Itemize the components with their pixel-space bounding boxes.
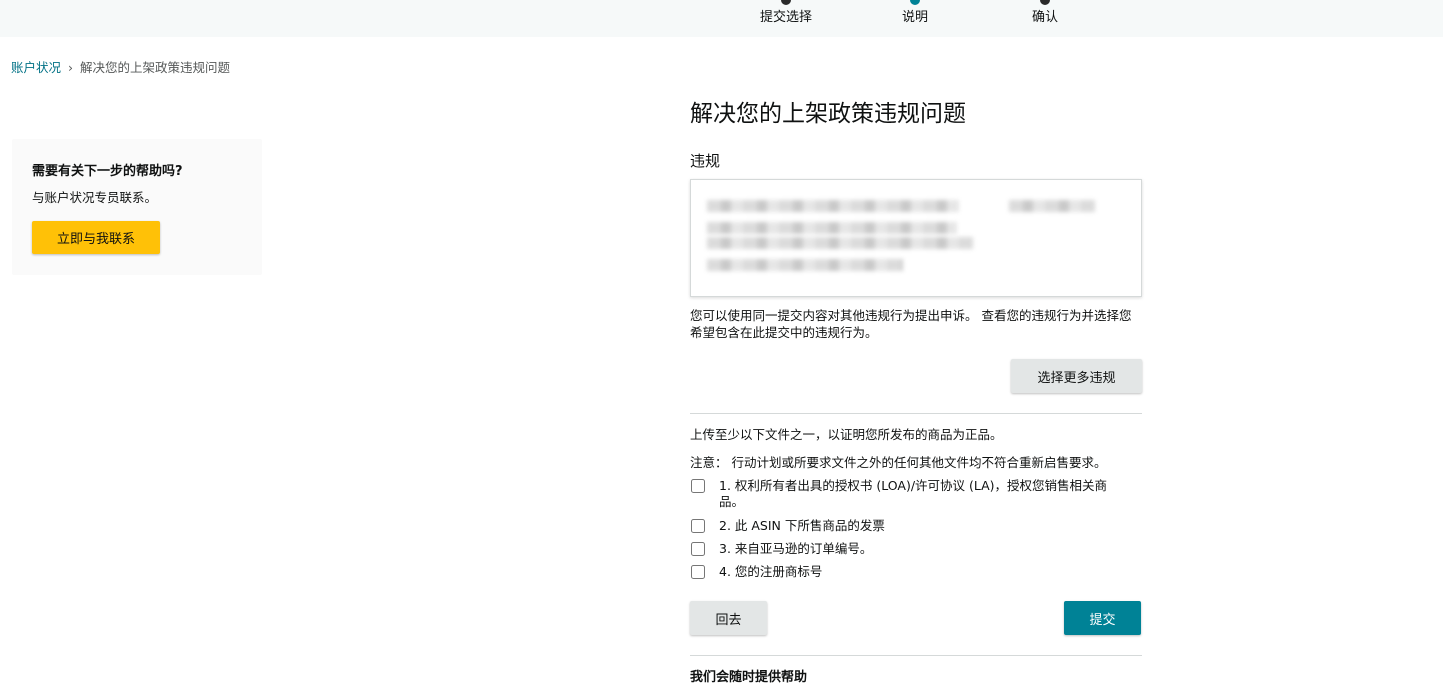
divider [690,655,1142,656]
violation-section-label: 违规 [690,152,721,170]
help-card: 需要有关下一步的帮助吗? 与账户状况专员联系。 立即与我联系 [12,139,262,275]
help-section-heading: 我们会随时提供帮助 [690,670,808,685]
help-card-title: 需要有关下一步的帮助吗? [32,164,183,179]
step-submit-selection: 提交选择 [726,0,846,25]
redacted-text [707,259,903,271]
document-option-label: 2. 此 ASIN 下所售商品的发票 [719,518,885,533]
document-checkbox[interactable] [691,542,705,556]
violation-details-box [690,179,1142,297]
document-option-label: 3. 来自亚马逊的订单编号。 [719,541,873,556]
submit-button[interactable]: 提交 [1064,601,1141,635]
redacted-text [707,237,973,249]
back-button[interactable]: 回去 [690,601,767,635]
breadcrumb-current: 解决您的上架政策违规问题 [80,60,231,75]
document-option-label: 4. 您的注册商标号 [719,564,823,579]
document-checkbox[interactable] [691,479,705,493]
page-title: 解决您的上架政策违规问题 [690,101,966,127]
step-instructions: 说明 [855,0,975,25]
document-checkbox[interactable] [691,565,705,579]
chevron-right-icon: › [68,60,74,75]
divider [690,413,1142,414]
step-label: 提交选择 [759,10,812,25]
document-checkbox[interactable] [691,519,705,533]
select-more-violations-button[interactable]: 选择更多违规 [1011,359,1142,393]
redacted-text [1009,200,1095,212]
step-label: 说明 [901,10,928,25]
step-confirm: 确认 [985,0,1105,25]
step-complete-icon [781,0,791,5]
upload-instructions: 上传至少以下文件之一，以证明您所发布的商品为正品。 [690,427,1003,442]
help-card-text: 与账户状况专员联系。 [32,190,158,205]
breadcrumb: 账户状况 › 解决您的上架政策违规问题 [11,57,230,76]
step-current-icon [910,0,920,5]
document-option-label: 1. 权利所有者出具的授权书 (LOA)/许可协议 (LA)，授权您销售相关商品… [719,478,1108,509]
note-text: 注意： 行动计划或所要求文件之外的任何其他文件均不符合重新启售要求。 [690,455,1107,470]
redacted-text [707,222,957,234]
step-icon [1040,0,1050,5]
contact-me-button[interactable]: 立即与我联系 [32,221,160,254]
breadcrumb-link-account-health[interactable]: 账户状况 [11,60,61,75]
redacted-text [707,200,959,212]
progress-header: 提交选择 说明 确认 [0,0,1443,37]
step-label: 确认 [1031,10,1058,25]
violation-description: 您可以使用同一提交内容对其他违规行为提出申诉。 查看您的违规行为并选择您希望包含… [690,308,1132,340]
